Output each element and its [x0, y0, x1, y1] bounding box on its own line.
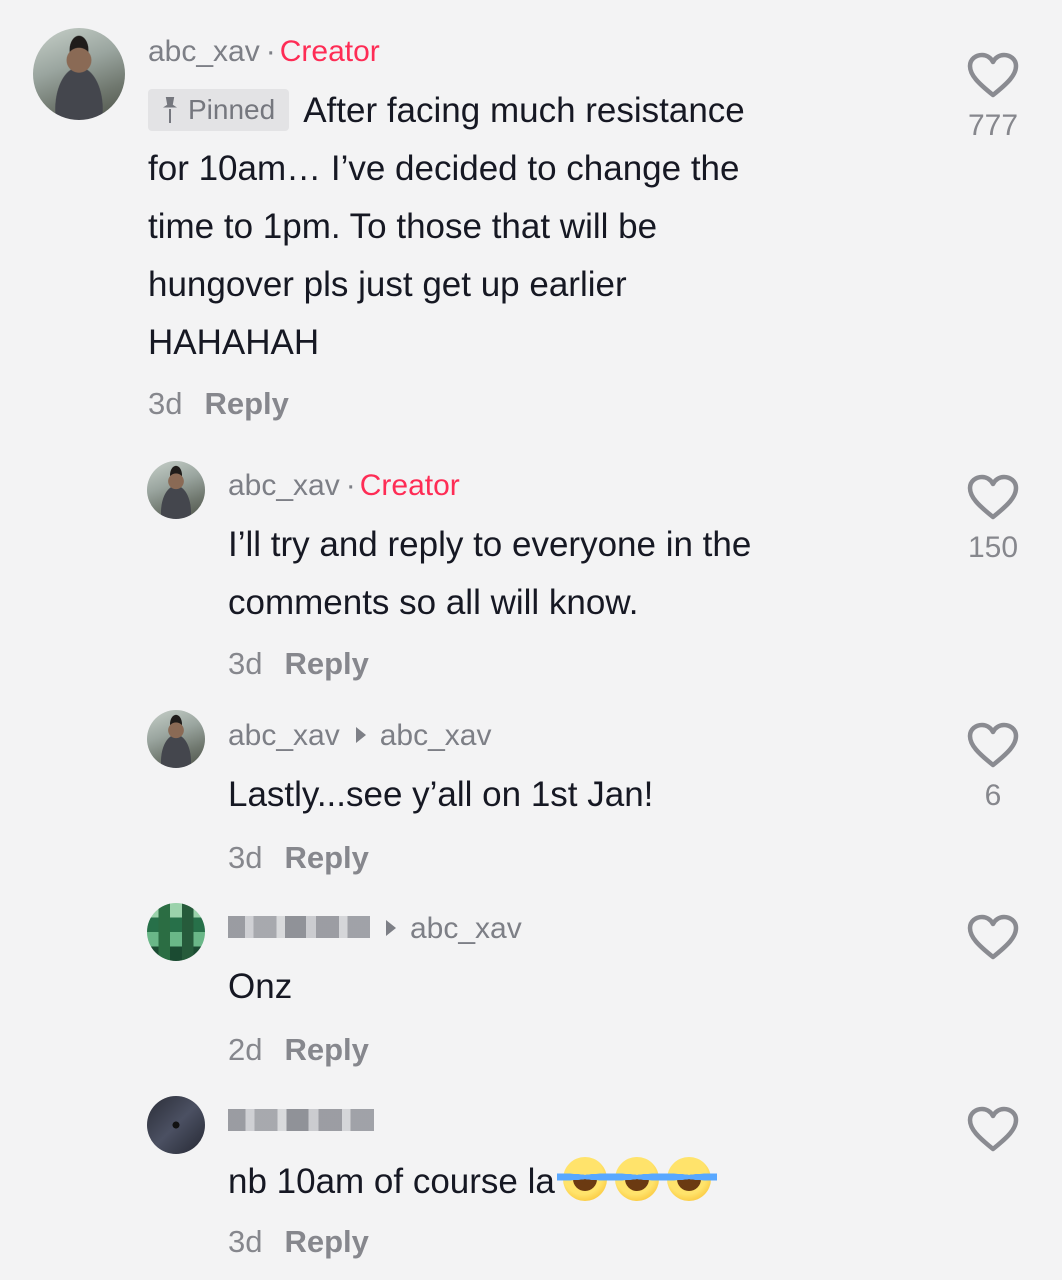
comment-age: 2d — [228, 1032, 263, 1067]
comment-text: nb 10am of course la — [228, 1153, 717, 1211]
username[interactable]: abc_xav — [228, 719, 340, 752]
heart-outline-icon[interactable] — [943, 722, 1043, 768]
comment-footer: 3d Reply — [228, 1224, 369, 1260]
pinned-label: Pinned — [188, 94, 276, 125]
avatar[interactable] — [147, 710, 205, 768]
blurred-username[interactable] — [228, 916, 370, 939]
like-count: 150 — [967, 531, 1019, 564]
like-button[interactable]: 150 — [943, 474, 1043, 566]
creator-badge: Creator — [359, 469, 460, 502]
comment-line: time to 1pm. To those that will be — [148, 207, 658, 246]
comment-age: 3d — [228, 1224, 263, 1259]
face-with-tears-of-joy — [608, 1157, 665, 1201]
face-with-tears-of-joy — [660, 1157, 717, 1201]
blurred-username[interactable] — [228, 1109, 374, 1132]
comment-text: Onz — [228, 958, 292, 1016]
comment-meta: abc_xav · Creator — [148, 34, 380, 70]
comment-footer: 3d Reply — [228, 646, 369, 682]
comment-meta — [228, 1104, 374, 1140]
comment-line: I’ll try and reply to everyone in the — [228, 525, 752, 564]
creator-badge: Creator — [279, 35, 380, 68]
comment-line: Lastly...see y’all on 1st Jan! — [228, 775, 654, 814]
reply-to-username[interactable]: abc_xav — [380, 719, 492, 752]
comment-line: After facing much resistance — [303, 91, 745, 130]
comment-meta: abc_xav — [228, 911, 522, 947]
comment-age: 3d — [228, 840, 263, 875]
like-count: 6 — [984, 779, 1002, 812]
comment-line: HAHAHAH — [148, 323, 320, 362]
pin-icon — [160, 97, 180, 123]
avatar[interactable] — [33, 28, 125, 120]
reply-button[interactable]: Reply — [204, 386, 288, 421]
caret-right-icon — [355, 727, 366, 744]
username[interactable]: abc_xav — [228, 469, 340, 502]
like-button[interactable] — [943, 1106, 1043, 1152]
heart-outline-icon[interactable] — [943, 474, 1043, 520]
comment-line: Onz — [228, 967, 293, 1006]
comment-footer: 3d Reply — [228, 840, 369, 876]
comment-meta: abc_xav · Creator — [228, 468, 460, 504]
comment-footer: 2d Reply — [228, 1032, 369, 1068]
separator-dot: · — [345, 469, 356, 502]
like-button[interactable]: 6 — [943, 722, 1043, 814]
username[interactable]: abc_xav — [148, 35, 260, 68]
pinned-badge: Pinned — [148, 89, 290, 131]
reply-to-username[interactable]: abc_xav — [410, 912, 522, 945]
comment-text: I’ll try and reply to everyone in the co… — [228, 516, 751, 632]
avatar[interactable] — [147, 461, 205, 519]
like-count: 777 — [967, 109, 1019, 142]
heart-outline-icon[interactable] — [943, 1106, 1043, 1152]
avatar[interactable] — [147, 903, 205, 961]
comment-age: 3d — [148, 386, 183, 421]
comment-line: nb 10am of course la — [228, 1162, 555, 1201]
comment-text: Lastly...see y’all on 1st Jan! — [228, 766, 653, 824]
comment-footer: 3d Reply — [148, 386, 289, 422]
reply-button[interactable]: Reply — [284, 1224, 368, 1259]
comment-line: hungover pls just get up earlier — [148, 265, 627, 304]
face-with-tears-of-joy — [556, 1157, 613, 1201]
comment-text: Pinned After facing much resistance for 1… — [148, 82, 745, 372]
heart-outline-icon[interactable] — [943, 914, 1043, 960]
comment-meta: abc_xav abc_xav — [228, 718, 492, 754]
comment-age: 3d — [228, 646, 263, 681]
heart-outline-icon[interactable] — [943, 52, 1043, 98]
like-button[interactable]: 777 — [943, 52, 1043, 144]
avatar[interactable] — [147, 1096, 205, 1154]
comment-line: for 10am… I’ve decided to change the — [148, 149, 740, 188]
separator-dot: · — [265, 35, 276, 68]
reply-button[interactable]: Reply — [284, 840, 368, 875]
like-button[interactable] — [943, 914, 1043, 960]
reply-button[interactable]: Reply — [284, 646, 368, 681]
reply-button[interactable]: Reply — [284, 1032, 368, 1067]
comment-line: comments so all will know. — [228, 583, 639, 622]
caret-right-icon — [386, 920, 396, 937]
